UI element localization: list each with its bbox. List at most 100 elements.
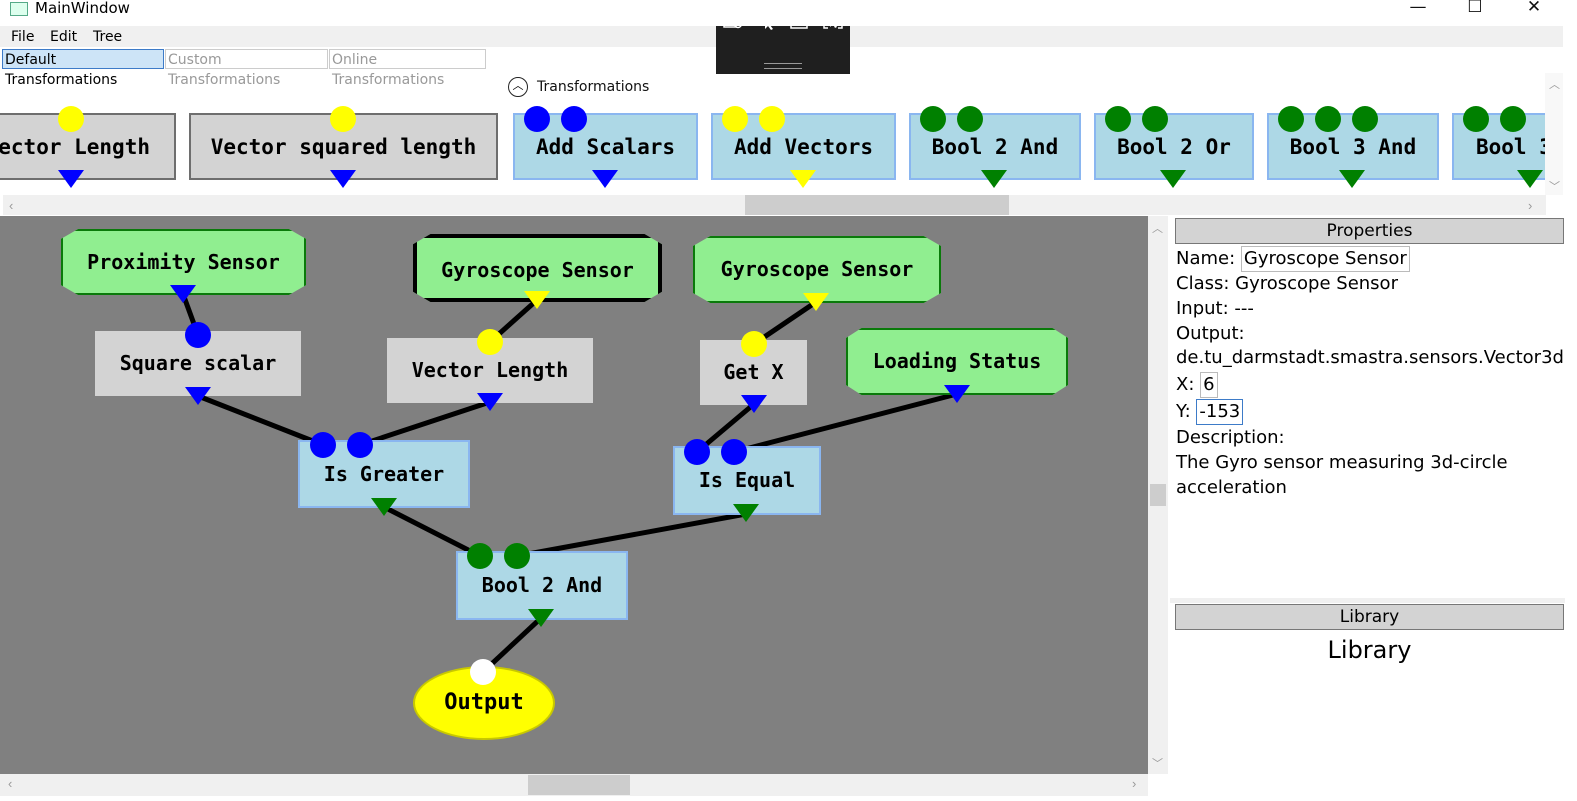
palette-vector-length[interactable]: Vector Length: [0, 113, 176, 180]
output-port[interactable]: [524, 291, 550, 309]
scroll-left-arrow-icon[interactable]: ‹: [8, 776, 12, 791]
input-port[interactable]: [347, 432, 373, 458]
node-label: Get X: [723, 360, 784, 384]
input-port[interactable]: [467, 543, 493, 569]
input-port[interactable]: [185, 322, 211, 348]
node-label: Is Equal: [698, 468, 796, 492]
input-port[interactable]: [721, 439, 747, 465]
input-port: [1352, 106, 1378, 132]
display-layout-adorners-icon[interactable]: [788, 10, 810, 30]
scroll-up-arrow-icon[interactable]: ︿: [1549, 76, 1560, 92]
maximize-button[interactable]: ☐: [1452, 0, 1498, 22]
properties-header: Properties: [1175, 218, 1564, 244]
close-button[interactable]: ✕: [1511, 0, 1557, 22]
property-y-label: Y:: [1176, 401, 1191, 422]
output-port: [1517, 170, 1543, 188]
output-port[interactable]: [185, 387, 211, 405]
output-port[interactable]: [528, 609, 554, 627]
input-port: [759, 106, 785, 132]
menu-file[interactable]: File: [11, 29, 34, 45]
tab-custom-transformations[interactable]: Custom Transformations: [165, 49, 328, 88]
output-port: [981, 170, 1007, 188]
output-port[interactable]: [170, 285, 196, 303]
canvas-vertical-scroll-thumb[interactable]: [1150, 484, 1166, 506]
property-x-input[interactable]: 6: [1200, 372, 1218, 398]
library-header: Library: [1175, 604, 1564, 630]
scroll-left-arrow-icon[interactable]: ‹: [9, 198, 13, 213]
property-name-label: Name:: [1176, 248, 1236, 269]
scroll-right-arrow-icon[interactable]: ›: [1528, 198, 1532, 213]
property-description-line: The Gyro sensor measuring 3d-circle: [1176, 452, 1508, 473]
edge-eq-and: [516, 511, 747, 559]
output-port: [1339, 170, 1365, 188]
property-output-value: de.tu_darmstadt.smastra.sensors.Vector3d: [1176, 347, 1564, 368]
palette-item-label: Bool 3 And: [1289, 135, 1417, 159]
node-label: Loading Status: [872, 349, 1042, 373]
property-x-row: X: 6: [1176, 372, 1218, 398]
canvas-horizontal-scroll-thumb[interactable]: [528, 775, 630, 795]
tab-default-transformations[interactable]: Default Transformations: [2, 49, 164, 88]
menu-edit[interactable]: Edit: [50, 29, 77, 45]
live-tree-icon[interactable]: [722, 10, 744, 30]
input-port[interactable]: [504, 543, 530, 569]
input-port: [1463, 106, 1489, 132]
scroll-right-arrow-icon[interactable]: ›: [1132, 776, 1136, 791]
track-focus-icon[interactable]: [822, 10, 844, 30]
app-icon: [10, 2, 28, 16]
node-label: Output: [444, 690, 524, 715]
input-port[interactable]: [741, 331, 767, 357]
chevron-up-icon[interactable]: ︿: [508, 77, 528, 97]
scroll-down-arrow-icon[interactable]: ﹀: [1152, 755, 1163, 771]
output-port[interactable]: [733, 504, 759, 522]
palette-item-label: Bool 2 Or: [1117, 135, 1231, 159]
tab-online-transformations[interactable]: Online Transformations: [329, 49, 486, 88]
menu-tree[interactable]: Tree: [93, 29, 122, 45]
select-element-icon[interactable]: [756, 10, 778, 30]
output-port[interactable]: [477, 393, 503, 411]
output-port[interactable]: [944, 385, 970, 403]
expander-label[interactable]: Transformations: [537, 79, 649, 95]
panel-splitter[interactable]: [1170, 598, 1565, 603]
input-port: [524, 106, 550, 132]
edge-gt-and: [382, 504, 482, 559]
input-port[interactable]: [470, 659, 496, 685]
property-description-line: acceleration: [1176, 477, 1287, 498]
output-port[interactable]: [741, 395, 767, 413]
input-port: [722, 106, 748, 132]
graph-canvas[interactable]: Proximity Sensor Gyroscope Sensor Gyrosc…: [0, 216, 1148, 774]
node-label: Square scalar: [119, 351, 277, 375]
input-port[interactable]: [477, 329, 503, 355]
property-name-row: Name: Gyroscope Sensor: [1176, 246, 1410, 272]
edge-vl-gt: [359, 399, 491, 448]
output-port: [592, 170, 618, 188]
input-port: [561, 106, 587, 132]
input-port: [58, 106, 84, 132]
property-name-input[interactable]: Gyroscope Sensor: [1240, 246, 1410, 272]
scroll-up-arrow-icon[interactable]: ︿: [1152, 220, 1163, 236]
input-port: [957, 106, 983, 132]
input-port[interactable]: [310, 432, 336, 458]
node-label: Vector Length: [411, 358, 569, 382]
palette-scroll-thumb[interactable]: [745, 195, 1009, 215]
input-port: [1315, 106, 1341, 132]
input-port: [920, 106, 946, 132]
input-port: [1500, 106, 1526, 132]
input-port: [1105, 106, 1131, 132]
palette-item-label: Add Scalars: [535, 135, 676, 159]
input-port[interactable]: [684, 439, 710, 465]
property-y-input[interactable]: -153: [1196, 399, 1244, 425]
toolbar-grip[interactable]: [764, 63, 802, 69]
node-label: Proximity Sensor: [87, 250, 280, 274]
property-y-row: Y: -153: [1176, 399, 1244, 425]
node-label: Is Greater: [323, 462, 445, 486]
output-port[interactable]: [371, 498, 397, 516]
node-label: Gyroscope Sensor: [720, 257, 914, 281]
minimize-button[interactable]: —: [1395, 0, 1441, 22]
palette-item-label: Vector squared length: [210, 135, 477, 159]
output-port[interactable]: [803, 293, 829, 311]
scroll-down-arrow-icon[interactable]: ﹀: [1549, 178, 1560, 194]
node-label: Bool 2 And: [481, 573, 603, 597]
property-input: Input: ---: [1176, 298, 1254, 319]
output-port: [790, 170, 816, 188]
input-port: [330, 106, 356, 132]
